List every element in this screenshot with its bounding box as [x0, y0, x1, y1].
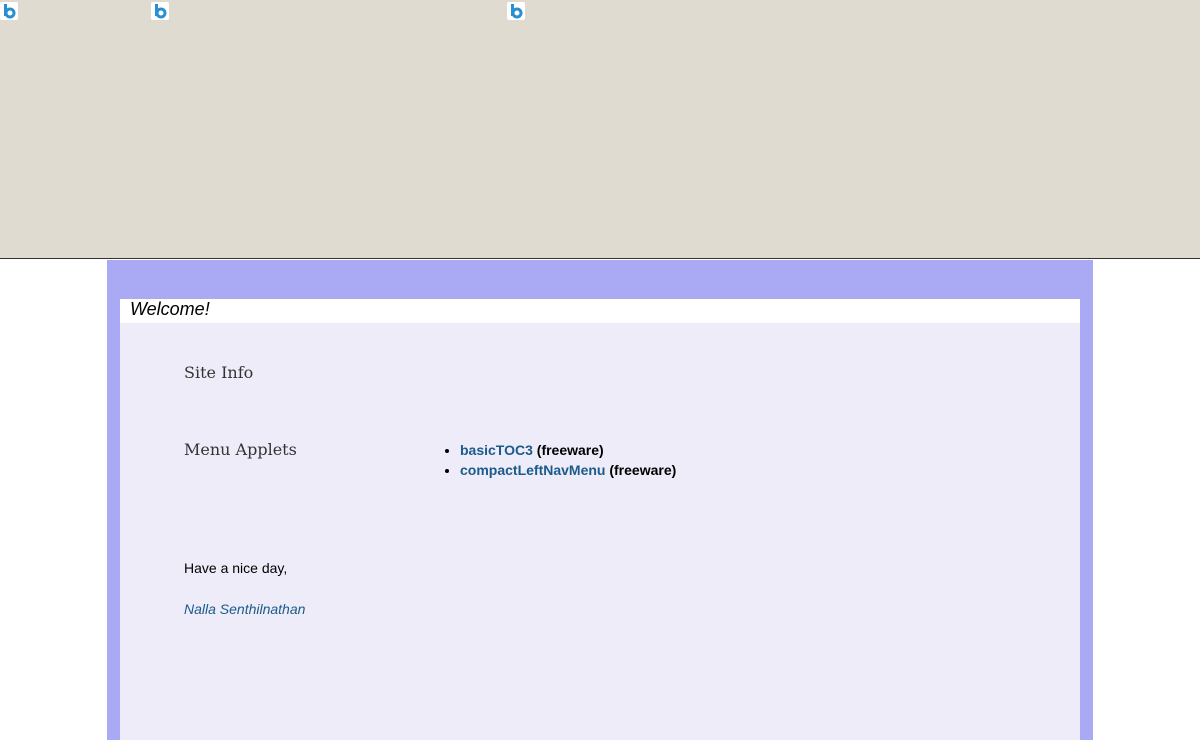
menu-applets-heading: Menu Applets: [184, 440, 297, 459]
welcome-bar: Welcome!: [120, 299, 1080, 323]
list-item: compactLeftNavMenu (freeware): [460, 460, 676, 480]
list-item: basicTOC3 (freeware): [460, 440, 676, 460]
basictoc3-link[interactable]: basicTOC3: [460, 442, 533, 458]
bing-icon[interactable]: [507, 2, 525, 20]
bing-icon[interactable]: [0, 2, 18, 20]
welcome-title: Welcome!: [130, 299, 210, 319]
bing-icon[interactable]: [151, 2, 169, 20]
content-panel: Welcome! Site Info Menu Applets basicTOC…: [120, 299, 1080, 740]
applet-list: basicTOC3 (freeware) compactLeftNavMenu …: [442, 440, 676, 480]
site-info-heading: Site Info: [184, 363, 254, 382]
author-signature-link[interactable]: Nalla Senthilnathan: [184, 601, 305, 617]
compactleftnavmenu-link[interactable]: compactLeftNavMenu: [460, 462, 605, 478]
top-banner-area: [0, 0, 1200, 259]
closing-text: Have a nice day,: [184, 560, 288, 576]
content-frame: Welcome! Site Info Menu Applets basicTOC…: [107, 260, 1093, 740]
freeware-note: (freeware): [609, 462, 677, 478]
freeware-note: (freeware): [536, 442, 604, 458]
